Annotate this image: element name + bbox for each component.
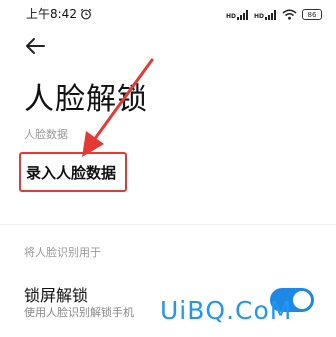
lock-screen-unlock-subtitle: 使用人脸识别解锁手机 bbox=[24, 306, 134, 319]
lock-screen-unlock-title: 锁屏解锁 bbox=[24, 286, 89, 305]
enroll-face-data-button[interactable]: 录入人脸数据 bbox=[19, 152, 127, 192]
page-title: 人脸解锁 bbox=[24, 82, 148, 117]
alarm-clock-icon bbox=[80, 5, 92, 24]
back-button[interactable] bbox=[24, 36, 48, 56]
enroll-face-data-label: 录入人脸数据 bbox=[26, 164, 117, 182]
status-time: 上午8:42 bbox=[26, 7, 77, 21]
cellular-signal-icon: HD bbox=[226, 9, 249, 20]
back-arrow-icon bbox=[26, 38, 45, 54]
battery-level: 86 bbox=[307, 10, 317, 19]
status-icons: HD HD 86 bbox=[226, 5, 322, 24]
watermark-text: UiBQ.CoM bbox=[160, 296, 293, 325]
section-header-face-data: 人脸数据 bbox=[24, 128, 68, 141]
battery-icon: 86 bbox=[302, 9, 322, 20]
toggle-knob bbox=[293, 291, 311, 309]
divider bbox=[0, 224, 336, 225]
section-header-use-for: 将人脸识别用于 bbox=[24, 246, 101, 259]
status-bar: 上午8:42 HD HD 86 bbox=[0, 0, 336, 24]
cellular-signal-icon-2: HD bbox=[254, 9, 277, 20]
wifi-icon bbox=[282, 5, 297, 24]
